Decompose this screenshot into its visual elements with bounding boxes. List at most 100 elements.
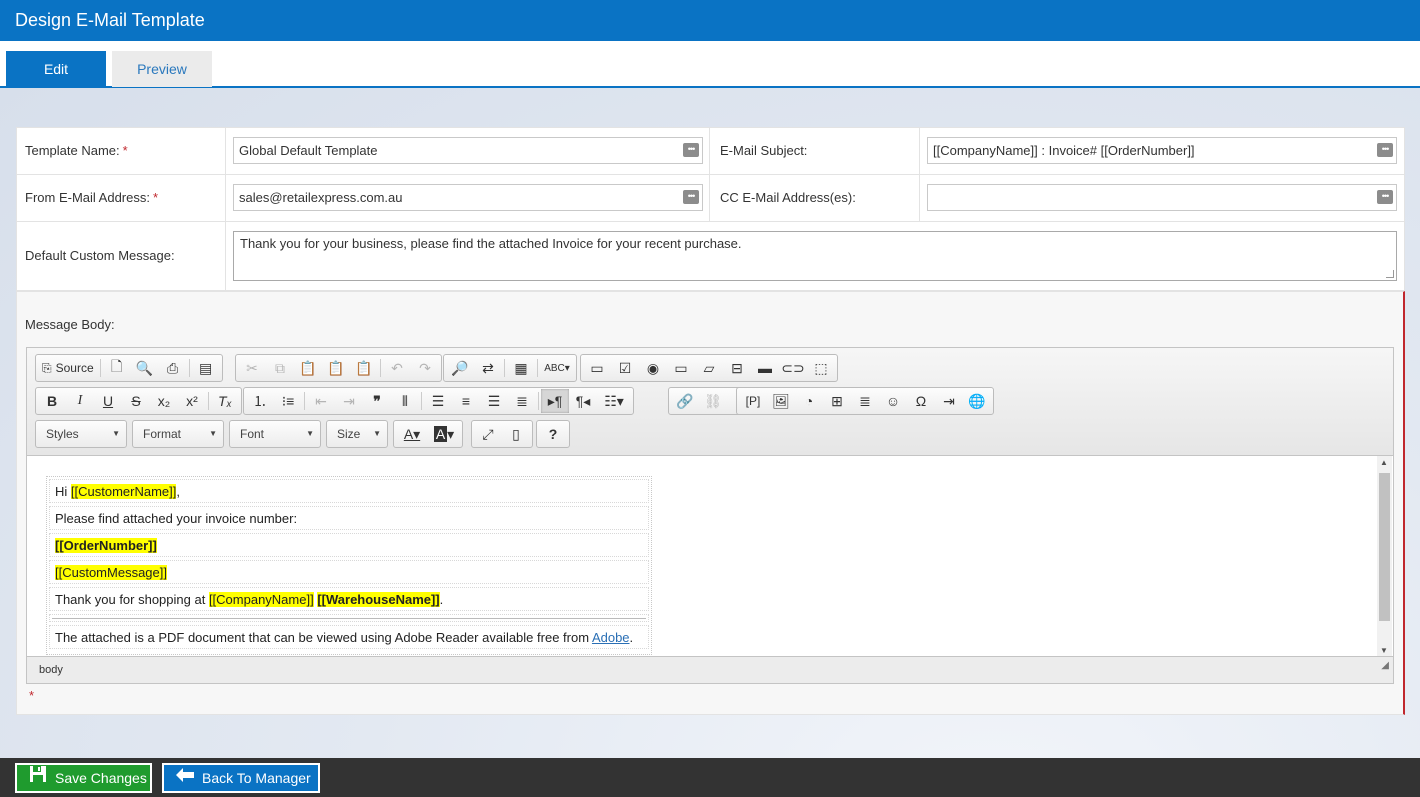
cut-icon[interactable]: ✂ [238,356,266,380]
scroll-thumb[interactable] [1379,473,1390,621]
new-page-icon[interactable]: 🗋 [103,356,131,380]
align-left-icon[interactable]: ☰ [424,389,452,413]
resize-grip-icon[interactable] [1386,270,1394,278]
special-char-icon[interactable]: Ω [907,389,935,413]
background-color-icon[interactable]: A ▾ [428,422,460,446]
format-label: Format [143,427,182,441]
more-options-icon[interactable]: ••• [683,190,699,204]
chevron-down-icon: ▼ [306,429,314,438]
text-color-icon[interactable]: A▾ [396,422,428,446]
page-break-icon[interactable]: ⇥ [935,389,963,413]
horizontal-line-icon[interactable]: ≣ [851,389,879,413]
comma-text: , [176,484,180,499]
editor-scrollbar[interactable]: ▲ ▼ [1377,456,1392,657]
maximize-icon[interactable]: ⤢ [474,422,502,446]
tab-preview[interactable]: Preview [112,51,212,87]
image-icon[interactable]: 🖼 [767,389,795,413]
paste-text-icon[interactable]: 📋 [322,356,350,380]
template-name-input[interactable]: Global Default Template ••• [233,137,703,164]
templates-icon[interactable]: ▤ [192,356,220,380]
more-options-icon[interactable]: ••• [1377,143,1393,157]
print-icon[interactable]: ⎙ [159,356,187,380]
underline-icon[interactable]: U [94,389,122,413]
paste-icon[interactable]: 📋 [294,356,322,380]
blockquote-icon[interactable]: ❞ [363,389,391,413]
cc-email-input[interactable]: ••• [927,184,1397,211]
tab-edit[interactable]: Edit [6,51,106,87]
strike-icon[interactable]: S [122,389,150,413]
rtl-icon[interactable]: ¶◂ [569,389,597,413]
bulleted-list-icon[interactable]: ⁝≡ [274,389,302,413]
email-subject-input[interactable]: [[CompanyName]] : Invoice# [[OrderNumber… [927,137,1397,164]
styles-dropdown[interactable]: Styles ▼ [35,420,127,448]
resize-grip-icon[interactable]: ◢ [1381,653,1389,679]
link-icon[interactable]: 🔗 [671,389,699,413]
editor-content[interactable]: Hi [[CustomerName]], Please find attache… [27,456,1393,657]
image-button-icon[interactable]: ⊂⊃ [779,356,807,380]
message-body-panel: Message Body: ⎘ Source 🗋 🔍 ⎙ ▤ ✂ ⧉ 📋 📋 📋 … [16,291,1405,715]
outdent-icon[interactable]: ⇤ [307,389,335,413]
font-dropdown[interactable]: Font ▼ [229,420,321,448]
copy-icon[interactable]: ⧉ [266,356,294,380]
replace-icon[interactable]: ⇄ [474,356,502,380]
template-name-label-text: Template Name: [25,143,120,158]
email-subject-value: [[CompanyName]] : Invoice# [[OrderNumber… [933,143,1195,158]
remove-format-icon[interactable]: Tₓ [211,389,239,413]
table-icon[interactable]: ⊞ [823,389,851,413]
italic-icon[interactable]: I [66,389,94,413]
form-row-1: Template Name: * Global Default Template … [17,128,1404,175]
find-icon[interactable]: 🔎 [446,356,474,380]
show-blocks-icon[interactable]: ▯ [502,422,530,446]
subscript-icon[interactable]: x₂ [150,389,178,413]
undo-icon[interactable]: ↶ [383,356,411,380]
justify-icon[interactable]: ≣ [508,389,536,413]
hidden-field-icon[interactable]: ⬚ [807,356,835,380]
help-icon[interactable]: ? [539,422,567,446]
unlink-icon[interactable]: ⛓ [699,389,727,413]
button-icon[interactable]: ▬ [751,356,779,380]
back-to-manager-button[interactable]: Back To Manager [162,763,320,793]
paragraph-tools: ⒈ ⁝≡ ⇤ ⇥ ❞ ⦀ ☰ ≡ ☰ ≣ ▸¶ ¶◂ ☷▾ [243,387,634,415]
preview-icon[interactable]: 🔍 [131,356,159,380]
select-icon[interactable]: ⊟ [723,356,751,380]
source-button[interactable]: ⎘ Source [38,356,98,380]
size-dropdown[interactable]: Size ▼ [326,420,388,448]
save-changes-button[interactable]: Save Changes [15,763,152,793]
more-options-icon[interactable]: ••• [683,143,699,157]
custom-message-textarea[interactable]: Thank you for your business, please find… [233,231,1397,281]
language-icon[interactable]: ☷▾ [597,389,631,413]
checkbox-icon[interactable]: ☑ [611,356,639,380]
element-path[interactable]: body [39,664,63,676]
footer-bar: Save Changes Back To Manager [0,758,1420,797]
from-email-input[interactable]: sales@retailexpress.com.au ••• [233,184,703,211]
textfield-icon[interactable]: ▭ [667,356,695,380]
numbered-list-icon[interactable]: ⒈ [246,389,274,413]
styles-label: Styles [46,427,79,441]
paste-word-icon[interactable]: 📋 [350,356,378,380]
spellcheck-icon[interactable]: ABC▾ [540,356,574,380]
smiley-icon[interactable]: ☺ [879,389,907,413]
form-icon[interactable]: ▭ [583,356,611,380]
iframe-icon[interactable]: 🌐 [963,389,991,413]
flash-icon[interactable]: ◔ [795,389,823,413]
radio-icon[interactable]: ◉ [639,356,667,380]
div-container-icon[interactable]: ⦀ [391,389,419,413]
superscript-icon[interactable]: x² [178,389,206,413]
ltr-icon[interactable]: ▸¶ [541,389,569,413]
redo-icon[interactable]: ↷ [411,356,439,380]
placeholder-icon[interactable]: [P] [739,389,767,413]
save-icon [27,765,49,792]
separator [304,392,305,410]
format-dropdown[interactable]: Format ▼ [132,420,224,448]
chevron-down-icon: ▼ [373,429,381,438]
indent-icon[interactable]: ⇥ [335,389,363,413]
textarea-icon[interactable]: ▱ [695,356,723,380]
scroll-up-icon[interactable]: ▲ [1380,458,1388,467]
align-center-icon[interactable]: ≡ [452,389,480,413]
adobe-link[interactable]: Adobe [592,630,630,645]
more-options-icon[interactable]: ••• [1377,190,1393,204]
align-right-icon[interactable]: ☰ [480,389,508,413]
color-tools: A▾ A ▾ [393,420,463,448]
bold-icon[interactable]: B [38,389,66,413]
select-all-icon[interactable]: ▦ [507,356,535,380]
